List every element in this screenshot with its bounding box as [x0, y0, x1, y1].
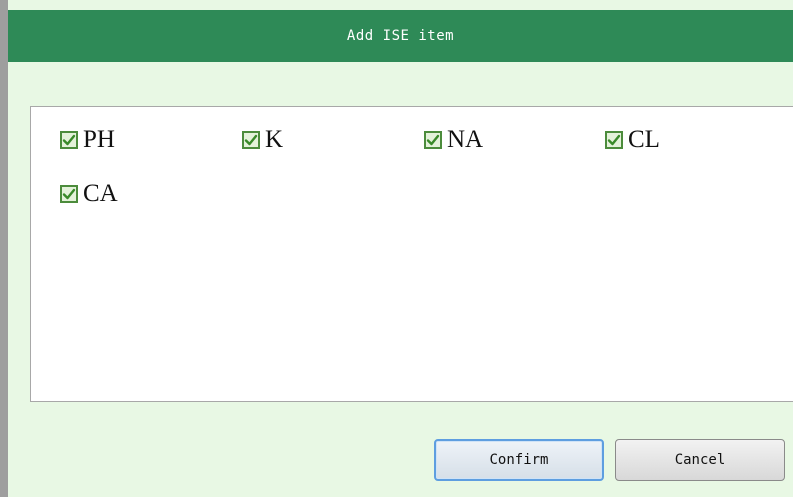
ise-item-cl[interactable]: CL	[605, 127, 660, 152]
ise-item-label: PH	[83, 126, 115, 153]
confirm-button[interactable]: Confirm	[434, 439, 604, 481]
ise-item-ph[interactable]: PH	[60, 127, 115, 152]
add-ise-item-dialog: Add ISE item PH K NA CL CA Confirm Cance…	[0, 0, 793, 497]
cancel-button[interactable]: Cancel	[615, 439, 785, 481]
ise-item-k[interactable]: K	[242, 127, 283, 152]
dialog-title: Add ISE item	[346, 28, 455, 44]
checkbox-checked-icon[interactable]	[60, 130, 78, 149]
ise-item-label: CL	[628, 126, 660, 153]
checkbox-checked-icon[interactable]	[424, 130, 442, 149]
checkbox-checked-icon[interactable]	[605, 130, 623, 149]
ise-items-panel: PH K NA CL CA	[30, 106, 793, 402]
ise-item-label: NA	[447, 126, 484, 153]
checkbox-checked-icon[interactable]	[242, 130, 260, 149]
dialog-titlebar: Add ISE item	[8, 10, 793, 62]
ise-item-na[interactable]: NA	[424, 127, 483, 152]
ise-item-ca[interactable]: CA	[60, 181, 118, 206]
checkbox-checked-icon[interactable]	[60, 184, 78, 203]
ise-item-label: K	[265, 126, 284, 153]
ise-item-label: CA	[83, 180, 118, 207]
